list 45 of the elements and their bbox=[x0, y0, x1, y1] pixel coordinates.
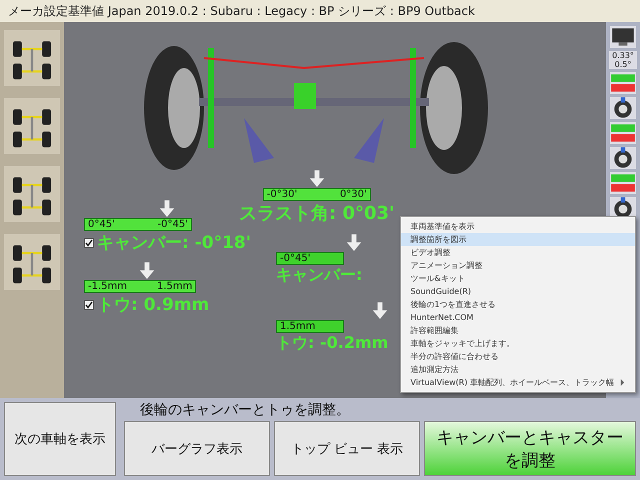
action-button[interactable]: バーグラフ表示 bbox=[124, 421, 270, 476]
menu-item[interactable]: 調整箇所を図示 bbox=[400, 233, 635, 246]
menu-item[interactable]: 半分の許容値に合わせる bbox=[400, 350, 635, 363]
window-title: メーカ設定基準値 Japan 2019.0.2 : Subaru : Legacy : BP シリーズ : BP9 Outback bbox=[8, 2, 475, 20]
wheel-gauge-icon[interactable] bbox=[610, 147, 636, 169]
tolerance-min: -0°30' bbox=[266, 189, 298, 200]
arrow-down-icon bbox=[159, 200, 176, 218]
tolerance-min: -0°45' bbox=[280, 253, 310, 264]
menu-item[interactable]: 車両基準値を表示 bbox=[400, 220, 635, 233]
menu-item[interactable]: SoundGuide(R) bbox=[400, 285, 635, 298]
submenu-arrow-icon bbox=[620, 379, 625, 386]
tolerance-max: 0°30' bbox=[340, 189, 367, 200]
tolerance-min: -1.5mm bbox=[88, 281, 127, 292]
measurement-label: トウ: 0.9mm bbox=[97, 294, 210, 316]
menu-item[interactable]: 許容範囲編集 bbox=[400, 324, 635, 337]
menu-item[interactable]: 車軸をジャッキで上げます。 bbox=[400, 337, 635, 350]
measurement-label: スラスト角: 0°03' bbox=[239, 202, 395, 225]
menu-item[interactable]: 追加測定方法 bbox=[400, 363, 635, 376]
monitor-icon[interactable] bbox=[610, 26, 636, 48]
measurement-label: トウ: -0.2mm bbox=[276, 333, 388, 354]
checkbox[interactable] bbox=[84, 238, 94, 248]
menu-item[interactable]: ツール&キット bbox=[400, 272, 635, 285]
menu-item[interactable]: HunterNet.COM bbox=[400, 311, 635, 324]
menu-item[interactable]: ビデオ調整 bbox=[400, 246, 635, 259]
measurement-label: キャンバー: bbox=[276, 265, 362, 286]
checkbox[interactable] bbox=[84, 300, 94, 310]
next-axle-button[interactable]: 次の車軸を表示 bbox=[4, 402, 116, 476]
measurement-label: キャンバー: -0°18' bbox=[97, 232, 251, 254]
action-button[interactable]: トップ ビュー 表示 bbox=[274, 421, 420, 476]
tolerance-max: 1.5mm bbox=[157, 281, 192, 292]
menu-item[interactable]: アニメーション調整 bbox=[400, 259, 635, 272]
wheel-gauge-icon[interactable] bbox=[610, 97, 636, 119]
action-button[interactable]: キャンバーとキャスターを調整 bbox=[424, 421, 636, 476]
arrow-down-icon bbox=[138, 262, 155, 280]
arrow-down-icon bbox=[346, 234, 362, 252]
tolerance-min: 1.5mm bbox=[280, 321, 316, 332]
tolerance-max: -0°45' bbox=[158, 219, 188, 230]
reading-text: 0.33° bbox=[612, 51, 634, 60]
reading-text: 0.5° bbox=[614, 60, 632, 69]
arrow-down-icon bbox=[308, 170, 325, 188]
menu-item[interactable]: 後輪の1つを直進させる bbox=[400, 298, 635, 311]
arrow-down-icon bbox=[372, 302, 388, 320]
instruction-text: 後輪のキャンバーとトゥを調整。 bbox=[139, 401, 350, 420]
tolerance-min: 0°45' bbox=[88, 219, 115, 230]
menu-item[interactable]: VirtualView(R) 車軸配列、ホイールベース、トラック幅 bbox=[400, 376, 635, 389]
